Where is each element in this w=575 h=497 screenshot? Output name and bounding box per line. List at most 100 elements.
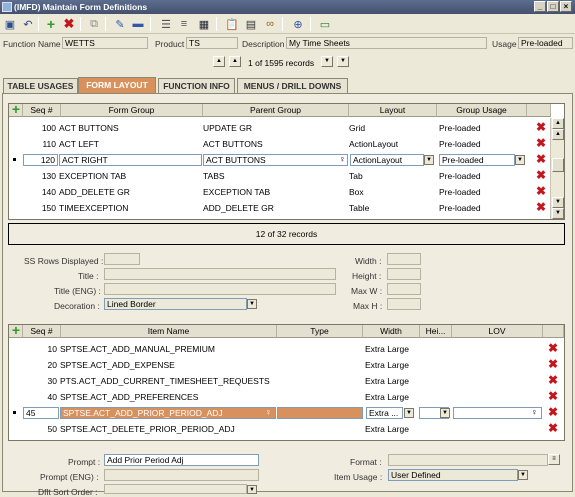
- previous-record-button[interactable]: ▲: [229, 56, 241, 67]
- table-row[interactable]: 130 EXCEPTION TAB TABS Tab Pre-loaded ✖: [9, 168, 549, 184]
- delete-row-icon[interactable]: ✖: [547, 390, 559, 403]
- clipboard-icon[interactable]: 📋: [224, 16, 240, 32]
- delete-row-icon[interactable]: ✖: [535, 169, 547, 182]
- scroll-bottom-button[interactable]: ▼: [552, 208, 564, 219]
- table-row[interactable]: 30 PTS.ACT_ADD_CURRENT_TIMESHEET_REQUEST…: [9, 373, 564, 389]
- max-h-field[interactable]: [387, 298, 421, 310]
- prompt-field[interactable]: Add Prior Period Adj: [104, 454, 259, 466]
- delete-row-icon[interactable]: ✖: [547, 342, 559, 355]
- lov-input[interactable]: [453, 407, 542, 419]
- chevron-down-icon[interactable]: ▼: [424, 155, 434, 165]
- layout-select[interactable]: ActionLayout: [350, 154, 424, 166]
- chevron-down-icon[interactable]: ▼: [247, 299, 257, 309]
- exit-icon[interactable]: ▭: [317, 16, 333, 32]
- width-select[interactable]: Extra ...: [366, 407, 403, 419]
- lines-icon[interactable]: ≡: [176, 16, 192, 32]
- chevron-down-icon[interactable]: ▼: [518, 470, 528, 480]
- column-header-seq[interactable]: Seq #: [23, 325, 61, 338]
- chevron-down-icon[interactable]: ▼: [404, 408, 414, 418]
- minimize-button[interactable]: _: [534, 1, 546, 12]
- pin-icon[interactable]: ✎: [112, 16, 128, 32]
- link-icon[interactable]: ∞: [262, 16, 278, 32]
- scroll-down-button[interactable]: ▼: [552, 197, 564, 208]
- grid-scrollbar[interactable]: ▲ ▲ ▼ ▼: [550, 118, 564, 219]
- delete-row-icon[interactable]: ✖: [547, 422, 559, 435]
- delete-row-icon[interactable]: ✖: [547, 406, 559, 419]
- table-row-selected[interactable]: 45 SPTSE.ACT_ADD_PRIOR_PERIOD_ADJ ♀ Extr…: [9, 405, 564, 421]
- undo-icon[interactable]: ↶: [20, 16, 36, 32]
- chevron-down-icon[interactable]: ▼: [440, 408, 450, 418]
- table-row[interactable]: 20 SPTSE.ACT_ADD_EXPENSE Extra Large ✖: [9, 357, 564, 373]
- form-group-input[interactable]: ACT RIGHT: [59, 154, 202, 166]
- usage-field[interactable]: Pre-loaded: [518, 37, 573, 49]
- table-row[interactable]: 140 ADD_DELETE GR EXCEPTION TAB Box Pre-…: [9, 184, 549, 200]
- table-row[interactable]: 10 SPTSE.ACT_ADD_MANUAL_PREMIUM Extra La…: [9, 341, 564, 357]
- maximize-button[interactable]: □: [547, 1, 559, 12]
- prompt-eng-field[interactable]: [104, 469, 259, 481]
- table-row[interactable]: 110 ACT LEFT ACT BUTTONS ActionLayout Pr…: [9, 136, 549, 152]
- seq-input[interactable]: 120: [23, 154, 58, 166]
- clear-icon[interactable]: ▬: [130, 16, 146, 32]
- tab-form-layout[interactable]: FORM LAYOUT: [78, 77, 156, 94]
- format-field[interactable]: [388, 454, 548, 466]
- lov-icon[interactable]: ♀: [339, 154, 346, 164]
- parent-group-input[interactable]: ACT BUTTONS: [203, 154, 348, 166]
- dflt-sort-select[interactable]: [104, 484, 247, 494]
- tab-menus-drill-downs[interactable]: MENUS / DRILL DOWNS: [237, 78, 348, 93]
- table-row[interactable]: 100 ACT BUTTONS UPDATE GR Grid Pre-loade…: [9, 120, 549, 136]
- chevron-down-icon[interactable]: ▼: [247, 485, 257, 494]
- title-field[interactable]: [104, 268, 336, 280]
- delete-row-icon[interactable]: ✖: [535, 185, 547, 198]
- group-usage-select[interactable]: Pre-loaded: [439, 154, 515, 166]
- seq-input[interactable]: 45: [23, 407, 59, 419]
- column-header-type[interactable]: Type: [277, 325, 363, 338]
- delete-row-icon[interactable]: ✖: [547, 358, 559, 371]
- chevron-down-icon[interactable]: ▼: [515, 155, 525, 165]
- scroll-up-button[interactable]: ▲: [552, 129, 564, 140]
- column-header-height[interactable]: Hei...: [420, 325, 452, 338]
- first-record-button[interactable]: ▲: [213, 56, 225, 67]
- calculator-icon[interactable]: ▤: [243, 16, 259, 32]
- item-name-input[interactable]: SPTSE.ACT_ADD_PRIOR_PERIOD_ADJ: [60, 407, 276, 419]
- description-field[interactable]: My Time Sheets: [286, 37, 487, 49]
- delete-record-icon[interactable]: ✖: [61, 16, 77, 32]
- lov-icon[interactable]: ♀: [265, 407, 272, 417]
- delete-row-icon[interactable]: ✖: [535, 121, 547, 134]
- column-header-form-group[interactable]: Form Group: [61, 104, 203, 117]
- delete-row-icon[interactable]: ✖: [547, 374, 559, 387]
- item-usage-select[interactable]: User Defined: [388, 469, 518, 481]
- column-header-item-name[interactable]: Item Name: [61, 325, 277, 338]
- column-header-width[interactable]: Width: [363, 325, 420, 338]
- max-w-field[interactable]: [387, 283, 421, 295]
- table-row[interactable]: 50 SPTSE.ACT_DELETE_PRIOR_PERIOD_ADJ Ext…: [9, 421, 564, 437]
- lov-icon[interactable]: ♀: [531, 407, 538, 417]
- decoration-select[interactable]: Lined Border: [104, 298, 247, 310]
- height-field[interactable]: [387, 268, 421, 280]
- tab-function-info[interactable]: FUNCTION INFO: [158, 78, 235, 93]
- add-row-icon[interactable]: +: [10, 102, 22, 116]
- table-row[interactable]: 150 TIMEEXCEPTION ADD_DELETE GR Table Pr…: [9, 200, 549, 214]
- delete-row-icon[interactable]: ✖: [535, 153, 547, 166]
- scroll-top-button[interactable]: ▲: [552, 118, 564, 129]
- close-button[interactable]: ×: [560, 1, 572, 12]
- column-header-seq[interactable]: Seq #: [23, 104, 61, 117]
- column-header-layout[interactable]: Layout: [349, 104, 437, 117]
- column-header-parent-group[interactable]: Parent Group: [203, 104, 349, 117]
- tree-icon[interactable]: ⊕: [290, 16, 306, 32]
- copy-record-icon[interactable]: ⧉: [86, 16, 102, 32]
- next-record-button[interactable]: ▼: [321, 56, 333, 67]
- column-header-lov[interactable]: LOV: [452, 325, 543, 338]
- type-input[interactable]: [277, 407, 363, 419]
- table-row[interactable]: 40 SPTSE.ACT_ADD_PREFERENCES Extra Large…: [9, 389, 564, 405]
- ss-rows-field[interactable]: [104, 253, 140, 265]
- delete-row-icon[interactable]: ✖: [535, 137, 547, 150]
- insert-record-icon[interactable]: +: [43, 16, 59, 32]
- last-record-button[interactable]: ▼: [337, 56, 349, 67]
- table-row-selected[interactable]: 120 ACT RIGHT ACT BUTTONS ♀ ActionLayout…: [9, 152, 549, 168]
- function-name-field[interactable]: WETTS: [62, 37, 148, 49]
- title-eng-field[interactable]: [104, 283, 336, 295]
- add-row-icon[interactable]: +: [10, 323, 22, 337]
- delete-row-icon[interactable]: ✖: [535, 201, 547, 214]
- film-icon[interactable]: ▦: [196, 16, 212, 32]
- format-list-icon[interactable]: ≡: [548, 454, 560, 465]
